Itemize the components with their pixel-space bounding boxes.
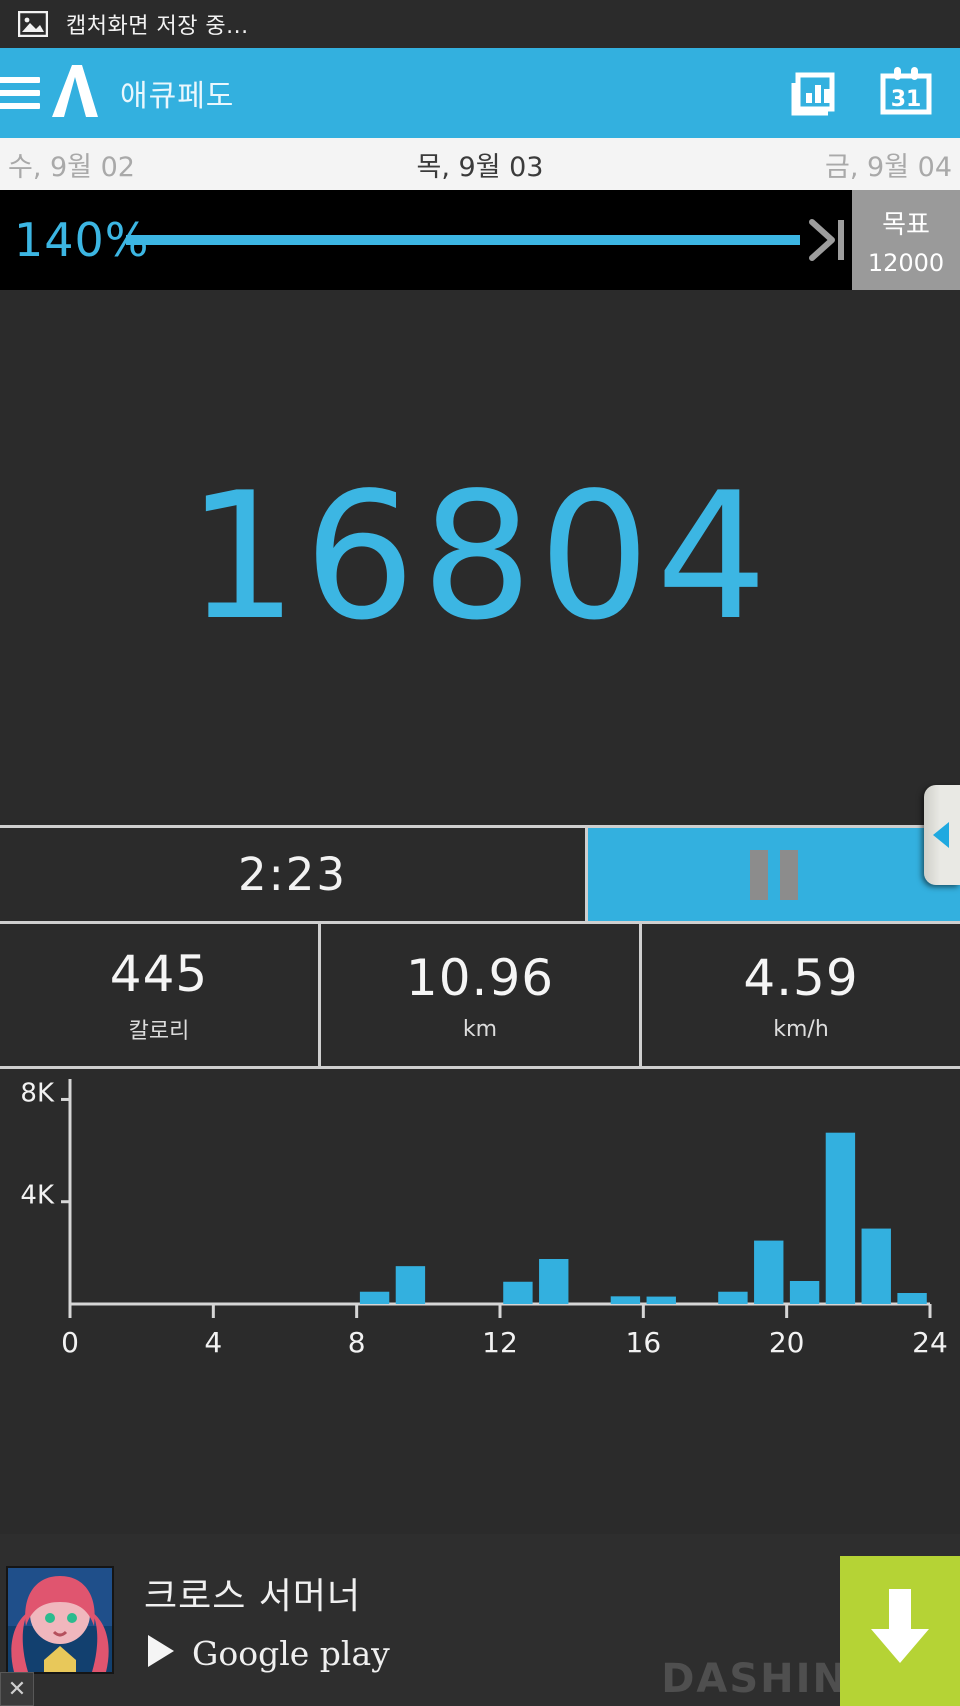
ad-install-button[interactable] bbox=[840, 1556, 960, 1706]
svg-text:4K: 4K bbox=[20, 1181, 55, 1211]
timer-value: 2:23 bbox=[237, 848, 348, 901]
date-navigation: 수, 9월 02 목, 9월 03 금, 9월 04 bbox=[0, 138, 960, 190]
status-text: 캡처화면 저장 중... bbox=[66, 14, 249, 39]
svg-text:16: 16 bbox=[626, 1326, 662, 1359]
svg-text:24: 24 bbox=[912, 1326, 948, 1359]
date-current[interactable]: 목, 9월 03 bbox=[417, 145, 544, 184]
stat-label: km bbox=[462, 1016, 498, 1042]
stat-value: 10.96 bbox=[405, 948, 555, 1007]
chart-bar bbox=[825, 1132, 856, 1304]
calendar-icon[interactable]: 31 bbox=[878, 63, 934, 123]
svg-text:8: 8 bbox=[348, 1326, 366, 1359]
goal-reached-marker-icon bbox=[806, 210, 852, 270]
progress-bar-container: 140% bbox=[0, 190, 852, 290]
side-panel-handle[interactable] bbox=[924, 785, 960, 885]
google-play-icon bbox=[144, 1633, 178, 1673]
step-count-panel: 16804 bbox=[0, 290, 960, 825]
ad-store-row: Google play bbox=[144, 1633, 390, 1673]
ad-banner[interactable]: 크로스 서머너 Google play DASHIN ✕ bbox=[0, 1534, 960, 1706]
chart-bar bbox=[395, 1266, 426, 1304]
close-icon: ✕ bbox=[7, 1676, 27, 1702]
stat-distance: 10.96 km bbox=[321, 924, 642, 1066]
status-bar: 캡처화면 저장 중... bbox=[0, 0, 960, 48]
svg-text:0: 0 bbox=[61, 1326, 79, 1359]
bar-chart-history-icon[interactable] bbox=[784, 63, 842, 123]
date-next[interactable]: 금, 9월 04 bbox=[825, 145, 952, 184]
goal-progress-row: 140% 목표 12000 bbox=[0, 190, 960, 290]
stats-row: 445 칼로리 10.96 km 4.59 km/h bbox=[0, 921, 960, 1069]
image-icon bbox=[18, 11, 48, 37]
chart-bar bbox=[718, 1291, 748, 1304]
chart-bar bbox=[754, 1240, 784, 1304]
stat-label: 칼로리 bbox=[128, 1019, 190, 1044]
chart-bar bbox=[897, 1293, 927, 1304]
step-count-value: 16804 bbox=[186, 456, 774, 659]
chart-bar bbox=[539, 1259, 569, 1304]
progress-bar-fill bbox=[126, 235, 800, 245]
stat-calories: 445 칼로리 bbox=[0, 924, 321, 1066]
app-title: 애큐페도 bbox=[120, 79, 235, 114]
timer-cell: 2:23 bbox=[0, 828, 588, 921]
hamburger-menu-icon[interactable] bbox=[0, 77, 40, 109]
stat-value: 445 bbox=[109, 945, 209, 1003]
pause-icon bbox=[750, 849, 798, 900]
chart-bar bbox=[861, 1228, 891, 1304]
app-bar: 애큐페도 31 bbox=[0, 48, 960, 138]
date-previous[interactable]: 수, 9월 02 bbox=[8, 145, 135, 184]
progress-percent: 140% bbox=[14, 213, 150, 267]
goal-value: 12000 bbox=[867, 248, 945, 277]
pause-button[interactable] bbox=[588, 828, 960, 921]
goal-label: 목표 bbox=[882, 209, 930, 240]
chart-bar bbox=[646, 1296, 676, 1304]
ad-thumbnail bbox=[6, 1566, 114, 1674]
ad-text-block: 크로스 서머너 Google play bbox=[144, 1567, 390, 1673]
stat-value: 4.59 bbox=[743, 948, 859, 1007]
stat-speed: 4.59 km/h bbox=[642, 924, 960, 1066]
accupedo-a-logo bbox=[46, 61, 102, 125]
svg-text:20: 20 bbox=[769, 1326, 805, 1359]
ad-close-button[interactable]: ✕ bbox=[0, 1672, 34, 1706]
expand-left-arrow-icon bbox=[932, 822, 949, 848]
svg-text:4: 4 bbox=[204, 1326, 222, 1359]
app-screen: 캡처화면 저장 중... 애큐페도 31 수, 9월 02 목, 9월 03 금… bbox=[0, 0, 960, 1706]
svg-text:8K: 8K bbox=[20, 1078, 55, 1108]
chart-bar bbox=[359, 1291, 390, 1304]
ad-watermark: DASHIN bbox=[661, 1656, 848, 1702]
goal-box[interactable]: 목표 12000 bbox=[852, 190, 960, 290]
hourly-steps-chart: 4K 8K 0 4 8 12 16 20 24 bbox=[0, 1069, 960, 1381]
chart-bar bbox=[503, 1281, 533, 1304]
chart-bar bbox=[610, 1296, 641, 1304]
svg-text:31: 31 bbox=[891, 87, 922, 112]
download-arrow-icon bbox=[859, 1579, 941, 1683]
stat-label: km/h bbox=[773, 1016, 829, 1042]
ad-store-label: Google play bbox=[192, 1633, 390, 1673]
chart-canvas: 4K 8K 0 4 8 12 16 20 24 bbox=[20, 1078, 948, 1359]
chart-bar bbox=[789, 1280, 820, 1304]
ad-title: 크로스 서머너 bbox=[144, 1576, 362, 1617]
timer-row: 2:23 bbox=[0, 828, 960, 921]
svg-text:12: 12 bbox=[482, 1326, 518, 1359]
